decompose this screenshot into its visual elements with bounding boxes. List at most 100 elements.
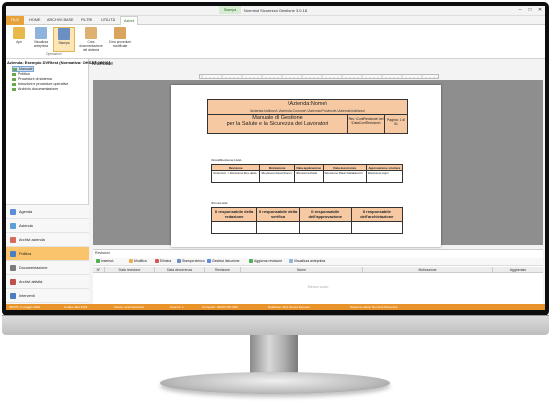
archive-icon — [10, 237, 16, 243]
preview-icon — [35, 27, 47, 39]
apri-button[interactable]: Apri — [8, 27, 30, 44]
revision-info: Rev. \ContRevisione\ del \DataContRevisi… — [348, 115, 385, 133]
title-bar: Normind Sicurezza Gestione 3.0.18 Stampa… — [6, 6, 545, 16]
rev-cell: \Grandmit...\ \Revisione:Rev data\ — [210, 170, 261, 183]
filter-tag: \Firma:Lista\ — [211, 201, 228, 205]
crea-procedure-label: Crea procedure modificate — [108, 40, 132, 48]
apri-label: Apri — [16, 40, 22, 44]
ruler-ticks — [201, 75, 438, 78]
tab-utilita[interactable]: UTILITÀ — [98, 16, 118, 25]
resp-signature-cell — [256, 221, 300, 234]
nav-documentazione[interactable]: Documentazione — [6, 261, 89, 275]
ribbon-group-label: Operazioni — [46, 52, 62, 56]
tree-item-istruzioni[interactable]: Istruzioni e procedure operative — [12, 82, 68, 86]
nav-archivi-azienda[interactable]: Archivi azienda — [6, 233, 89, 247]
stampa-button[interactable]: Stampa — [53, 27, 75, 52]
nav-panel: Agenda Azienda Archivi azienda Politica … — [6, 204, 89, 304]
col-aggiornato[interactable]: Aggiornato — [493, 267, 543, 273]
tab-azioni[interactable]: Azioni — [120, 16, 139, 25]
tree-item-label: Politica — [18, 72, 30, 76]
elimina-button[interactable]: Elimina — [155, 259, 171, 264]
crea-documentazione-button[interactable]: Crea documentazione del sistema — [78, 27, 104, 52]
responsibility-table: Il responsabile della redazione Il respo… — [210, 207, 404, 234]
status-sessione: Sessione attiva: Normind Sicurezza — [350, 305, 398, 309]
title-line-2: per la Salute e la Sicurezza dei Lavorat… — [226, 121, 329, 127]
tree-node-icon — [12, 77, 16, 81]
tree-item-archivio[interactable]: Archivio documentazione — [12, 87, 58, 91]
col-numero[interactable]: N° — [93, 267, 105, 273]
agenda-icon — [10, 209, 16, 215]
revision-table: Revisione Motivazione Data applicazione … — [210, 164, 404, 183]
nav-interventi[interactable]: Interventi — [6, 289, 89, 303]
nav-label: Archivi attività — [19, 280, 43, 284]
rev-cell: \Revisione:Data\ — [293, 170, 324, 183]
minimize-button[interactable]: – — [516, 7, 524, 14]
add-icon — [96, 259, 100, 264]
delete-icon — [155, 259, 159, 264]
revisions-panel: Revisioni Inserisci Modifica Elimina Sta… — [93, 249, 543, 304]
maximize-button[interactable]: □ — [526, 7, 534, 14]
col-data-revisione[interactable]: Data revisione — [105, 267, 155, 273]
crea-procedure-button[interactable]: Crea procedure modificate — [107, 27, 133, 48]
context-tab-stampa[interactable]: Stampa — [219, 6, 241, 14]
resp-signature-cell — [210, 221, 258, 234]
tab-filtri[interactable]: FILTRI — [78, 16, 95, 25]
nav-azienda[interactable]: Azienda — [6, 219, 89, 233]
tree-item-label: Procedure di sistema — [18, 77, 52, 81]
visualizza-anteprima-label: Visualizza anteprima — [33, 40, 49, 48]
nav-politica[interactable]: Politica — [6, 247, 89, 261]
status-ditta: Codice ditta 3425 — [64, 305, 88, 309]
ruler — [199, 74, 439, 79]
resp-signature-cell — [298, 221, 352, 234]
resp-verifica: Il responsabile della verifica — [256, 207, 300, 222]
close-button[interactable]: ✕ — [536, 7, 544, 14]
nav-agenda[interactable]: Agenda — [6, 205, 89, 219]
gestisci-istruzione-button[interactable]: Gestisci istruzione — [207, 259, 240, 264]
nav-label: Documentazione — [19, 266, 48, 270]
button-label: Visualizza anteprima — [294, 259, 326, 263]
status-date: IDPC5 | 3 maggio 2020 — [9, 305, 41, 309]
empty-list-message: Elenco vuoto — [307, 285, 329, 289]
app-window: Normind Sicurezza Gestione 3.0.18 Stampa… — [6, 6, 545, 310]
tree-item-label: Manuale — [19, 67, 33, 71]
button-label: Modifica — [134, 259, 147, 263]
rev-cell: \Revisione:Data\ \DataDecorr\ — [322, 170, 367, 183]
col-nome[interactable]: Nome — [241, 267, 363, 273]
edit-icon — [129, 259, 133, 264]
tab-file[interactable]: FILE — [6, 16, 24, 25]
col-revisione[interactable]: Revisione — [205, 267, 241, 273]
printer-icon — [58, 28, 70, 40]
documents-icon — [10, 265, 16, 271]
tab-archivi-base[interactable]: ARCHIVI BASE — [44, 16, 77, 25]
tree-item-politica[interactable]: Politica — [12, 72, 30, 76]
nav-label: Agenda — [19, 210, 33, 214]
revisions-title: Revisioni — [95, 251, 110, 255]
tree-node-icon — [12, 87, 16, 91]
nav-archivi-attivita[interactable]: Archivi attività — [6, 275, 89, 289]
col-data-decorrenza[interactable]: Data decorrenza — [155, 267, 205, 273]
page-title: Manuale — [92, 61, 114, 67]
col-motivazione[interactable]: Motivazione — [363, 267, 493, 273]
tree-item-label: Archivio documentazione — [18, 87, 59, 91]
page-number: Pagina: 1 di 51 — [387, 118, 405, 126]
modifica-button[interactable]: Modifica — [129, 259, 147, 264]
ribbon-tabs: FILE HOME ARCHIVI BASE FILTRI UTILITÀ Az… — [6, 16, 545, 25]
tab-home[interactable]: HOME — [26, 16, 43, 25]
visualizza-anteprima-button[interactable]: Visualizza anteprima — [30, 27, 52, 48]
rev-cell: \Revisione:Appr\ — [365, 170, 404, 183]
visualizza-anteprima-rev-button[interactable]: Visualizza anteprima — [289, 259, 326, 264]
status-licenze: Licenze: 1 — [170, 305, 184, 309]
tree-item-procedure[interactable]: Procedure di sistema — [12, 77, 52, 81]
window-title: Normind Sicurezza Gestione 3.0.18 — [243, 8, 308, 13]
activity-icon — [10, 279, 16, 285]
tools-icon — [10, 293, 16, 299]
aggiorna-revisione-button[interactable]: Aggiorna revisione — [249, 259, 282, 264]
folder-open-icon — [13, 27, 25, 39]
refresh-icon — [249, 259, 253, 264]
inserisci-button[interactable]: Inserisci — [96, 259, 113, 264]
document-header: \Azienda:Nome\ \Azienda:Indirizzo\ \Azie… — [207, 99, 408, 134]
monitor-stand-neck — [250, 335, 298, 375]
stampa-elenco-button[interactable]: Stampa elenco — [177, 259, 205, 264]
document-title: Manuale di Gestione per la Salute e la S… — [208, 115, 348, 133]
ribbon: Apri Visualizza anteprima Stampa Crea do… — [6, 25, 545, 59]
